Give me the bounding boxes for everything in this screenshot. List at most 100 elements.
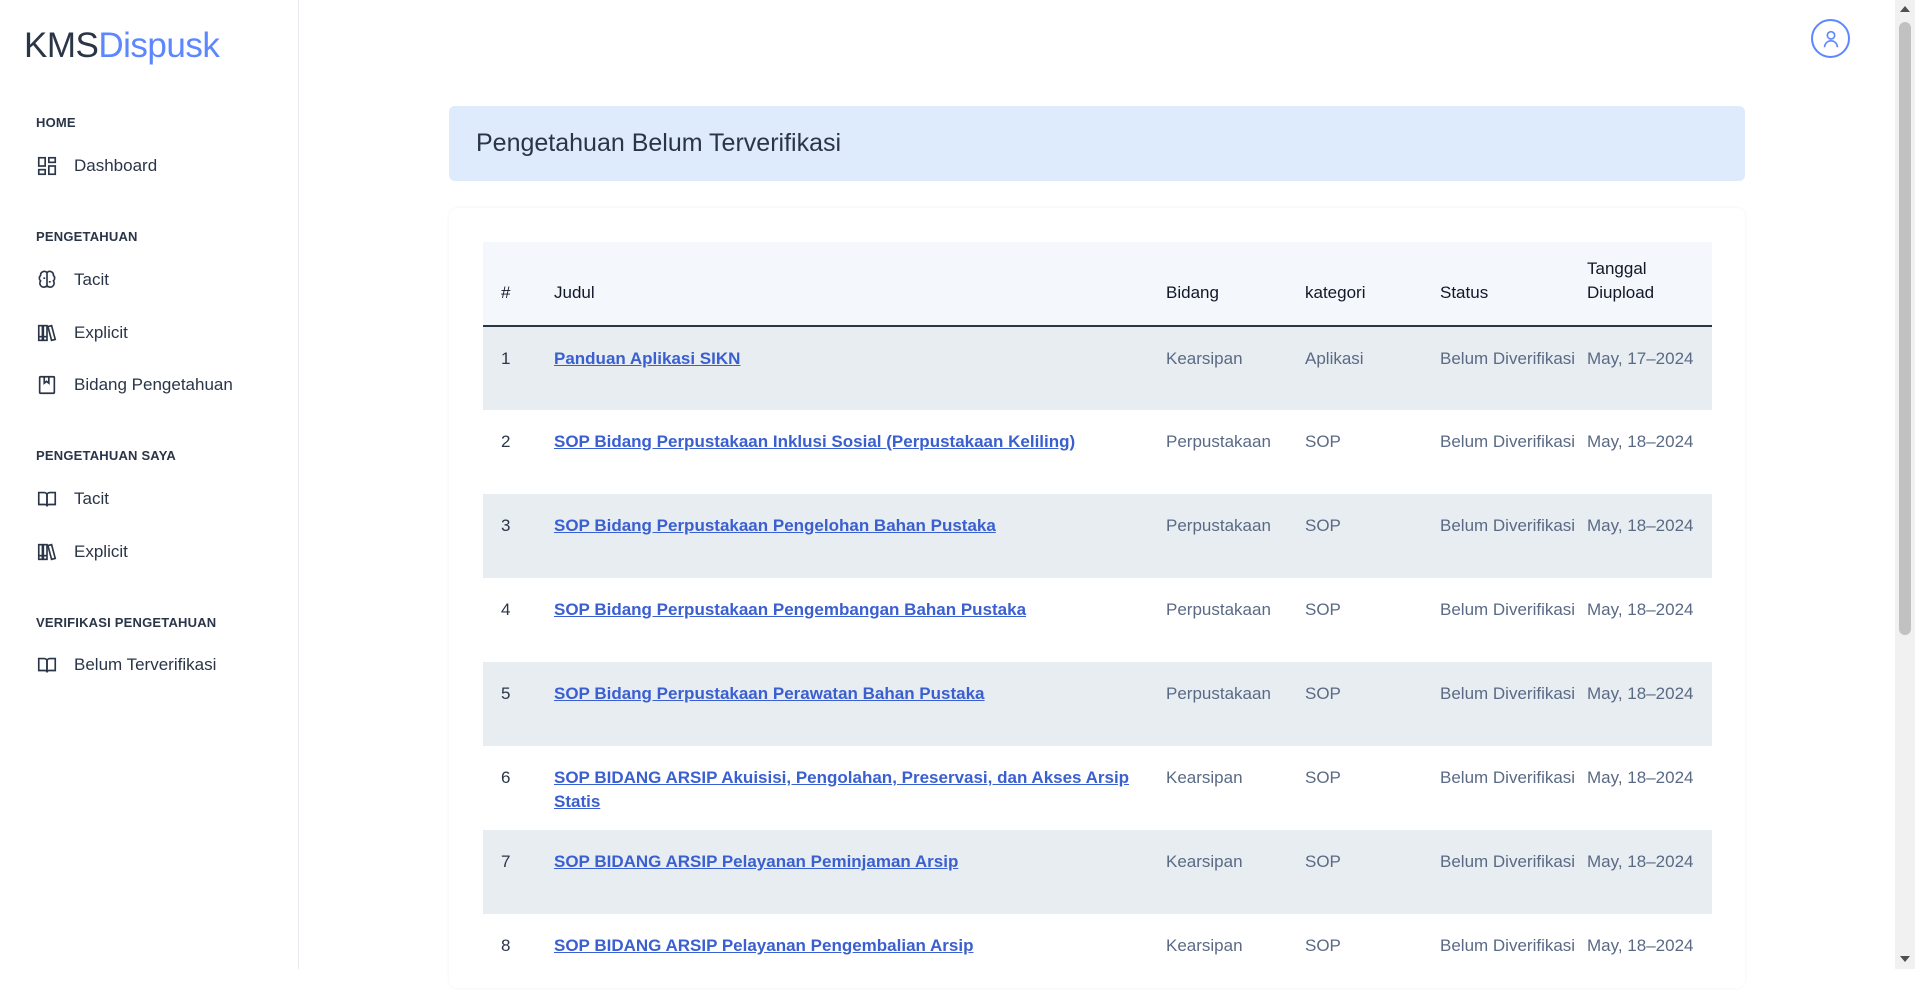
cell-status: Belum Diverifikasi bbox=[1440, 432, 1576, 451]
cell-bidang: Perpustakaan bbox=[1166, 684, 1271, 703]
title-link[interactable]: SOP Bidang Perpustakaan Pengembangan Bah… bbox=[554, 600, 1026, 619]
cell-judul: Panduan Aplikasi SIKN bbox=[554, 326, 1166, 410]
sidebar-item-label: Tacit bbox=[74, 489, 109, 508]
cell-status: Belum Diverifikasi bbox=[1440, 349, 1576, 368]
header-kategori[interactable]: kategori bbox=[1305, 242, 1440, 327]
cell-tanggal: May, 17–2024 bbox=[1587, 349, 1694, 368]
cell-judul: SOP BIDANG ARSIP Pelayanan Peminjaman Ar… bbox=[554, 830, 1166, 914]
cell-judul: SOP Bidang Perpustakaan Perawatan Bahan … bbox=[554, 662, 1166, 746]
cell-kategori: SOP bbox=[1305, 600, 1341, 619]
page-title: Pengetahuan Belum Terverifikasi bbox=[476, 129, 842, 157]
nav-section-verifikasi: VERIFIKASI PENGETAHUAN bbox=[36, 615, 217, 630]
table-row: 7 SOP BIDANG ARSIP Pelayanan Peminjaman … bbox=[483, 830, 1712, 914]
cell-kategori: Aplikasi bbox=[1305, 349, 1364, 368]
knowledge-table: # Judul Bidang kategori Status Tanggal D… bbox=[483, 242, 1712, 998]
cell-num: 6 bbox=[501, 768, 511, 787]
cell-num: 2 bbox=[501, 432, 511, 451]
cell-tanggal: May, 18–2024 bbox=[1587, 936, 1694, 955]
table-row: 3 SOP Bidang Perpustakaan Pengelohan Bah… bbox=[483, 494, 1712, 578]
header-tanggal[interactable]: Tanggal Diupload bbox=[1587, 242, 1712, 327]
sidebar-item-label: Tacit bbox=[74, 270, 109, 289]
title-link[interactable]: SOP BIDANG ARSIP Pelayanan Peminjaman Ar… bbox=[554, 852, 958, 871]
cell-judul: SOP Bidang Perpustakaan Pengelohan Bahan… bbox=[554, 494, 1166, 578]
sidebar-item-bidang-pengetahuan[interactable]: Bidang Pengetahuan bbox=[24, 365, 274, 405]
cell-kategori: SOP bbox=[1305, 516, 1341, 535]
cell-status: Belum Diverifikasi bbox=[1440, 600, 1576, 619]
header-judul[interactable]: Judul bbox=[554, 242, 1166, 327]
table-header-row: # Judul Bidang kategori Status Tanggal D… bbox=[483, 242, 1712, 327]
user-icon bbox=[1823, 30, 1838, 47]
cell-judul: SOP Bidang Perpustakaan Pengembangan Bah… bbox=[554, 578, 1166, 662]
sidebar-item-label: Dashboard bbox=[74, 156, 158, 175]
cell-bidang: Kearsipan bbox=[1166, 852, 1243, 871]
cell-bidang: Perpustakaan bbox=[1166, 600, 1271, 619]
scroll-up-icon[interactable] bbox=[1900, 6, 1910, 12]
sidebar: KMSDispusk HOME Dashboard PENGETAHUAN Ta… bbox=[0, 0, 299, 969]
cell-num: 4 bbox=[501, 600, 511, 619]
cell-tanggal: May, 18–2024 bbox=[1587, 600, 1694, 619]
cell-tanggal: May, 18–2024 bbox=[1587, 516, 1694, 535]
cell-tanggal: May, 18–2024 bbox=[1587, 852, 1694, 871]
cell-judul: SOP BIDANG ARSIP Pelayanan Pengembalian … bbox=[554, 914, 1166, 998]
cell-status: Belum Diverifikasi bbox=[1440, 852, 1576, 871]
cell-kategori: SOP bbox=[1305, 768, 1341, 787]
cell-bidang: Perpustakaan bbox=[1166, 432, 1271, 451]
cell-status: Belum Diverifikasi bbox=[1440, 684, 1576, 703]
books-icon bbox=[37, 324, 57, 342]
sidebar-item-label: Explicit bbox=[74, 542, 128, 561]
sidebar-item-dashboard[interactable]: Dashboard bbox=[24, 146, 274, 186]
title-link[interactable]: SOP Bidang Perpustakaan Inklusi Sosial (… bbox=[554, 432, 1075, 451]
table-row: 4 SOP Bidang Perpustakaan Pengembangan B… bbox=[483, 578, 1712, 662]
cell-tanggal: May, 18–2024 bbox=[1587, 768, 1694, 787]
title-link[interactable]: SOP Bidang Perpustakaan Pengelohan Bahan… bbox=[554, 516, 996, 535]
scroll-down-icon[interactable] bbox=[1900, 956, 1910, 962]
sidebar-item-label: Explicit bbox=[74, 323, 128, 342]
title-link[interactable]: Panduan Aplikasi SIKN bbox=[554, 349, 740, 368]
nav-section-pengetahuan: PENGETAHUAN bbox=[36, 229, 138, 244]
table-row: 2 SOP Bidang Perpustakaan Inklusi Sosial… bbox=[483, 410, 1712, 494]
bookmark-icon bbox=[38, 375, 56, 395]
sidebar-item-tacit[interactable]: Tacit bbox=[24, 260, 274, 300]
cell-status: Belum Diverifikasi bbox=[1440, 768, 1576, 787]
brand-logo[interactable]: KMSDispusk bbox=[24, 26, 220, 66]
table-row: 6 SOP BIDANG ARSIP Akuisisi, Pengolahan,… bbox=[483, 746, 1712, 830]
title-link[interactable]: SOP BIDANG ARSIP Pelayanan Pengembalian … bbox=[554, 936, 973, 955]
cell-bidang: Perpustakaan bbox=[1166, 516, 1271, 535]
scroll-thumb[interactable] bbox=[1899, 22, 1911, 635]
cell-bidang: Kearsipan bbox=[1166, 349, 1243, 368]
open-book-icon bbox=[37, 657, 57, 673]
nav-section-home: HOME bbox=[36, 115, 76, 130]
header-bidang[interactable]: Bidang bbox=[1166, 242, 1305, 327]
sidebar-item-label: Bidang Pengetahuan bbox=[74, 375, 233, 394]
cell-bidang: Kearsipan bbox=[1166, 936, 1243, 955]
page-title-banner: Pengetahuan Belum Terverifikasi bbox=[449, 106, 1745, 181]
sidebar-item-my-tacit[interactable]: Tacit bbox=[24, 479, 274, 519]
brain-icon bbox=[38, 270, 56, 288]
header-status[interactable]: Status bbox=[1440, 242, 1587, 327]
title-link[interactable]: SOP Bidang Perpustakaan Perawatan Bahan … bbox=[554, 684, 985, 703]
cell-bidang: Kearsipan bbox=[1166, 768, 1243, 787]
cell-num: 1 bbox=[501, 349, 511, 368]
brand-part2: Dispusk bbox=[98, 26, 220, 65]
open-book-icon bbox=[37, 491, 57, 507]
page-scrollbar[interactable] bbox=[1895, 0, 1915, 969]
cell-num: 5 bbox=[501, 684, 511, 703]
sidebar-item-explicit[interactable]: Explicit bbox=[24, 313, 274, 353]
brand-part1: KMS bbox=[24, 26, 99, 65]
cell-kategori: SOP bbox=[1305, 936, 1341, 955]
table-row: 8 SOP BIDANG ARSIP Pelayanan Pengembalia… bbox=[483, 914, 1712, 998]
dashboard-icon bbox=[37, 156, 57, 176]
cell-status: Belum Diverifikasi bbox=[1440, 936, 1576, 955]
cell-judul: SOP Bidang Perpustakaan Inklusi Sosial (… bbox=[554, 410, 1166, 494]
cell-num: 3 bbox=[501, 516, 511, 535]
user-avatar-button[interactable] bbox=[1811, 19, 1850, 58]
books-icon bbox=[37, 543, 57, 561]
sidebar-item-my-explicit[interactable]: Explicit bbox=[24, 532, 274, 572]
cell-judul: SOP BIDANG ARSIP Akuisisi, Pengolahan, P… bbox=[554, 746, 1166, 830]
title-link[interactable]: SOP BIDANG ARSIP Akuisisi, Pengolahan, P… bbox=[554, 768, 1129, 811]
cell-tanggal: May, 18–2024 bbox=[1587, 432, 1694, 451]
nav-section-pengetahuan-saya: PENGETAHUAN SAYA bbox=[36, 448, 176, 463]
sidebar-item-belum-terverifikasi[interactable]: Belum Terverifikasi bbox=[24, 645, 274, 685]
sidebar-item-label: Belum Terverifikasi bbox=[74, 655, 217, 674]
cell-kategori: SOP bbox=[1305, 852, 1341, 871]
